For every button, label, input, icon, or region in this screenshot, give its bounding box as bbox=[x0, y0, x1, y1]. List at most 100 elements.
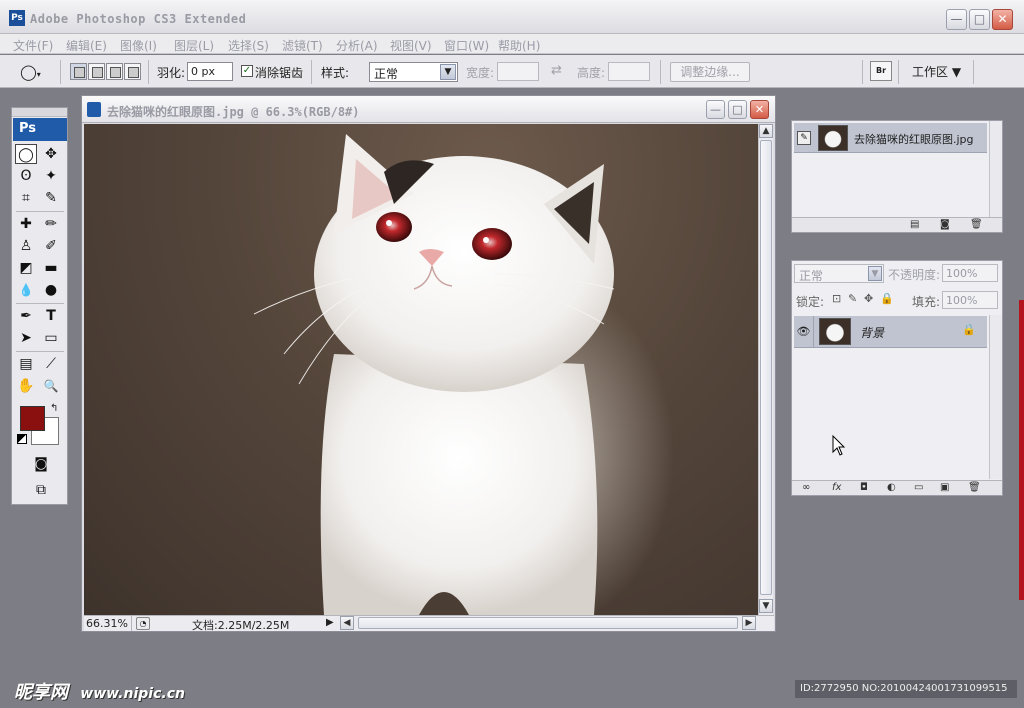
clone-stamp-tool-icon[interactable]: ♙ bbox=[15, 236, 37, 256]
new-group-icon[interactable]: ▭ bbox=[914, 482, 923, 493]
close-button[interactable]: ✕ bbox=[992, 9, 1013, 30]
layer-style-fx-icon[interactable]: fx bbox=[832, 482, 841, 493]
scroll-down-icon[interactable]: ▼ bbox=[759, 599, 773, 613]
lock-pixels-icon[interactable]: ✎ bbox=[848, 292, 857, 305]
gradient-tool-icon[interactable]: ▬ bbox=[40, 258, 62, 278]
swap-icon[interactable]: ⇄ bbox=[551, 63, 562, 78]
status-arrow-icon[interactable]: ▶ bbox=[326, 617, 334, 628]
fill-input[interactable]: 100% bbox=[942, 291, 998, 309]
quick-mask-icon[interactable]: ◙ bbox=[28, 454, 54, 474]
layers-scrollbar[interactable] bbox=[989, 315, 1002, 479]
minimize-button[interactable]: — bbox=[946, 9, 967, 30]
healing-brush-tool-icon[interactable]: ✚ bbox=[15, 214, 37, 234]
workspace-menu[interactable]: 工作区 ▼ bbox=[912, 63, 961, 80]
rectangle-tool-icon[interactable]: ▭ bbox=[40, 328, 62, 348]
scroll-right-icon[interactable]: ▶ bbox=[742, 616, 756, 630]
zoom-level[interactable]: 66.31% bbox=[84, 616, 132, 631]
screen-mode-icon[interactable]: ⧉ bbox=[28, 480, 54, 500]
maximize-button[interactable]: □ bbox=[969, 9, 990, 30]
new-layer-icon[interactable]: ▣ bbox=[940, 482, 949, 493]
add-to-selection-button[interactable] bbox=[88, 63, 105, 80]
scroll-up-icon[interactable]: ▲ bbox=[759, 124, 773, 138]
intersect-selection-button[interactable] bbox=[124, 63, 141, 80]
dodge-tool-icon[interactable]: ● bbox=[40, 280, 62, 300]
eraser-tool-icon[interactable]: ◩ bbox=[15, 258, 37, 278]
layer-visibility-eye-icon[interactable]: 👁 bbox=[794, 316, 814, 348]
brush-tool-icon[interactable]: ✏ bbox=[40, 214, 62, 234]
type-tool-icon[interactable]: T bbox=[40, 306, 62, 326]
subtract-selection-button[interactable] bbox=[106, 63, 123, 80]
lock-all-icon[interactable]: 🔒 bbox=[880, 292, 894, 305]
document-title-bar[interactable]: 去除猫咪的红眼原图.jpg @ 66.3%(RGB/8#) — □ ✕ bbox=[82, 96, 775, 123]
menu-layer[interactable]: 图层(L) bbox=[174, 37, 214, 54]
separator bbox=[973, 60, 974, 84]
status-menu-icon[interactable]: ◔ bbox=[136, 617, 150, 630]
menu-select[interactable]: 选择(S) bbox=[228, 37, 269, 54]
link-layers-icon[interactable]: ∞ bbox=[802, 482, 810, 493]
horizontal-scroll-thumb[interactable] bbox=[358, 617, 738, 629]
menu-window[interactable]: 窗口(W) bbox=[444, 37, 489, 54]
default-colors-icon[interactable] bbox=[17, 434, 27, 444]
eyedropper-tool-icon[interactable]: ⟋ bbox=[40, 354, 62, 374]
trash-icon[interactable]: 🗑 bbox=[968, 482, 981, 493]
marquee-preset-icon[interactable]: ◯▾ bbox=[20, 63, 41, 81]
style-dropdown[interactable]: 正常 ▼ bbox=[369, 62, 458, 82]
trash-icon[interactable]: 🗑 bbox=[970, 219, 983, 230]
crop-tool-icon[interactable]: ⌗ bbox=[15, 188, 37, 208]
history-brush-tool-icon[interactable]: ✐ bbox=[40, 236, 62, 256]
opacity-input[interactable]: 100% bbox=[942, 264, 998, 282]
slice-tool-icon[interactable]: ✎ bbox=[40, 188, 62, 208]
menu-edit[interactable]: 编辑(E) bbox=[66, 37, 107, 54]
vertical-scroll-thumb[interactable] bbox=[760, 140, 772, 595]
width-input[interactable] bbox=[497, 62, 539, 81]
blend-mode-dropdown[interactable]: 正常 ▼ bbox=[794, 264, 884, 283]
adjustment-layer-icon[interactable]: ◐ bbox=[887, 482, 896, 493]
menu-filter[interactable]: 滤镜(T) bbox=[282, 37, 323, 54]
zoom-tool-icon[interactable]: 🔍 bbox=[40, 376, 62, 396]
pen-tool-icon[interactable]: ✒ bbox=[15, 306, 37, 326]
history-footer: ▤ ◙ 🗑 bbox=[792, 217, 1002, 232]
document-maximize-button[interactable]: □ bbox=[728, 100, 747, 119]
layer-mask-icon[interactable]: ◘ bbox=[860, 482, 868, 493]
document-file-icon bbox=[87, 102, 101, 117]
height-input[interactable] bbox=[608, 62, 650, 81]
blur-tool-icon[interactable]: 💧 bbox=[15, 280, 37, 300]
menu-view[interactable]: 视图(V) bbox=[390, 37, 432, 54]
new-document-from-state-icon[interactable]: ▤ bbox=[910, 219, 919, 230]
scroll-left-icon[interactable]: ◀ bbox=[340, 616, 354, 630]
move-tool-icon[interactable]: ✥ bbox=[40, 144, 62, 164]
new-selection-button[interactable] bbox=[70, 63, 87, 80]
toolbox-grip[interactable] bbox=[12, 108, 67, 117]
camera-icon[interactable]: ◙ bbox=[940, 219, 950, 230]
refine-edge-button[interactable]: 调整边缘... bbox=[670, 62, 750, 82]
antialias-checkbox[interactable]: ✓ bbox=[241, 65, 253, 77]
path-selection-tool-icon[interactable]: ➤ bbox=[15, 328, 37, 348]
vertical-scrollbar[interactable]: ▲ ▼ bbox=[758, 124, 773, 615]
hand-tool-icon[interactable]: ✋ bbox=[15, 376, 37, 396]
foreground-color-swatch[interactable] bbox=[20, 406, 45, 431]
document-minimize-button[interactable]: — bbox=[706, 100, 725, 119]
document-close-button[interactable]: ✕ bbox=[750, 100, 769, 119]
menu-help[interactable]: 帮助(H) bbox=[498, 37, 540, 54]
lock-position-icon[interactable]: ✥ bbox=[864, 292, 873, 305]
menu-image[interactable]: 图像(I) bbox=[120, 37, 157, 54]
menu-analysis[interactable]: 分析(A) bbox=[336, 37, 378, 54]
bridge-icon[interactable]: Br bbox=[870, 61, 892, 81]
history-brush-source-icon[interactable]: ✎ bbox=[797, 131, 811, 145]
history-scrollbar[interactable] bbox=[989, 121, 1002, 217]
elliptical-marquee-tool-icon[interactable]: ◯ bbox=[15, 144, 37, 164]
width-label: 宽度: bbox=[466, 66, 495, 80]
swap-colors-icon[interactable]: ↰ bbox=[50, 403, 58, 414]
cat-photo bbox=[253, 134, 674, 615]
feather-input[interactable]: 0 px bbox=[187, 62, 233, 81]
image-canvas[interactable] bbox=[84, 124, 758, 615]
lasso-tool-icon[interactable]: ʘ bbox=[15, 166, 37, 186]
menu-file[interactable]: 文件(F) bbox=[13, 37, 53, 54]
layer-row-background[interactable]: 👁 背景 🔒 bbox=[794, 316, 987, 348]
horizontal-scrollbar[interactable]: ◀ ▶ bbox=[340, 616, 760, 631]
lock-transparency-icon[interactable]: ⊡ bbox=[832, 292, 841, 305]
menu-bar: 文件(F) 编辑(E) 图像(I) 图层(L) 选择(S) 滤镜(T) 分析(A… bbox=[0, 34, 1024, 54]
notes-tool-icon[interactable]: ▤ bbox=[15, 354, 37, 374]
magic-wand-tool-icon[interactable]: ✦ bbox=[40, 166, 62, 186]
history-snapshot-row[interactable]: ✎ 去除猫咪的红眼原图.jpg bbox=[794, 123, 987, 153]
